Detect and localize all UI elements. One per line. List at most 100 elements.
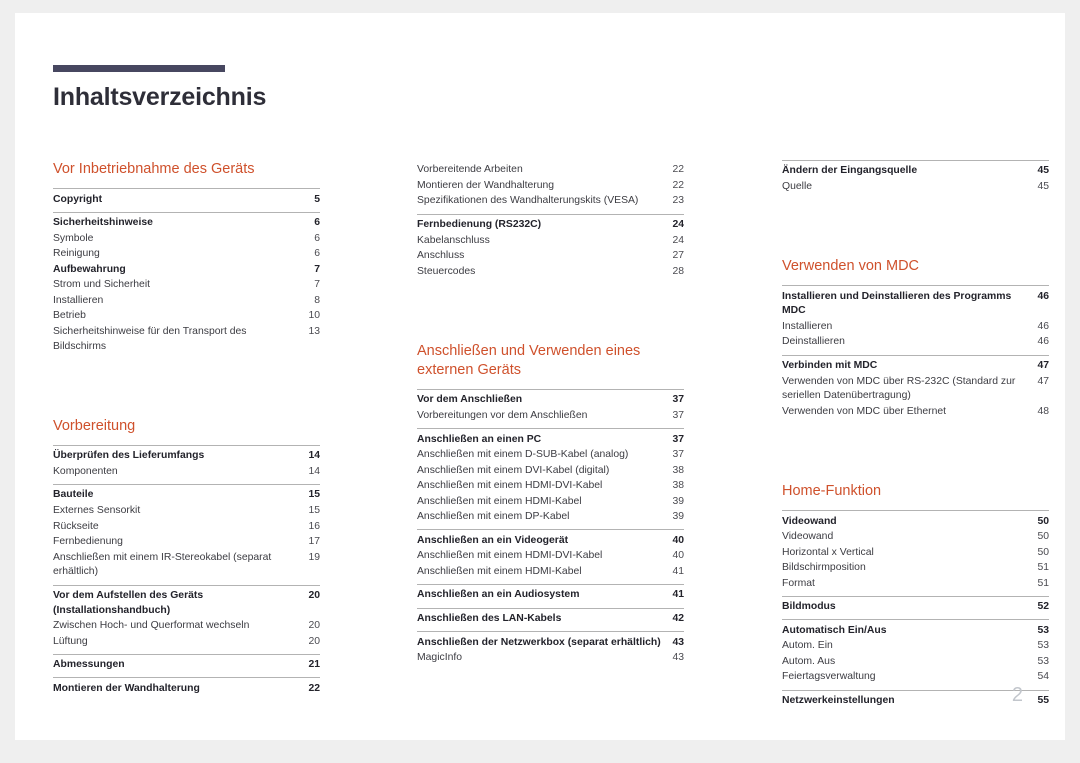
toc-entry-label: Automatisch Ein/Aus [782, 624, 887, 636]
toc-entry[interactable]: Anschließen mit einem IR-Stereokabel (se… [53, 550, 320, 580]
toc-entry[interactable]: Anschluss 27 [417, 249, 684, 265]
toc-entry-page-number: 54 [1037, 671, 1049, 683]
toc-entry-page-number: 42 [672, 613, 684, 625]
toc-entry-heading[interactable]: Montieren der Wandhalterung 22 [53, 681, 320, 697]
toc-entry-heading[interactable]: Anschließen an ein Videogerät 40 [417, 533, 684, 549]
toc-entry-heading[interactable]: Aufbewahrung 7 [53, 262, 320, 278]
toc-entry[interactable]: Autom. Aus 53 [782, 655, 1049, 671]
toc-entry-heading[interactable]: Bauteile 15 [53, 488, 320, 504]
toc-entry-heading[interactable]: Anschließen an ein Audiosystem 41 [417, 588, 684, 604]
toc-entry[interactable]: Installieren 8 [53, 293, 320, 309]
toc-entry-page-number: 10 [308, 310, 320, 322]
toc-entry-heading[interactable]: Vor dem Anschließen 37 [417, 393, 684, 409]
toc-entry[interactable]: Anschließen mit einem HDMI-DVI-Kabel 38 [417, 479, 684, 495]
toc-entry-page-number: 27 [672, 250, 684, 262]
toc-entry[interactable]: Zwischen Hoch- und Querformat wechseln 20 [53, 619, 320, 635]
toc-group: Anschließen des LAN-Kabels 42 [417, 607, 684, 632]
toc-entry-page-number: 46 [1037, 336, 1049, 348]
toc-entry-heading[interactable]: Videowand 50 [782, 514, 1049, 530]
toc-entry-heading[interactable]: Copyright 5 [53, 192, 320, 208]
toc-entry[interactable]: Reinigung 6 [53, 247, 320, 263]
toc-entry-heading[interactable]: Installieren und Deinstallieren des Prog… [782, 289, 1049, 319]
toc-entry[interactable]: Deinstallieren 46 [782, 335, 1049, 351]
toc-entry[interactable]: Installieren 46 [782, 320, 1049, 336]
toc-entry[interactable]: Anschließen mit einem HDMI-Kabel 41 [417, 565, 684, 581]
toc-entry[interactable]: Sicherheitshinweise für den Transport de… [53, 325, 320, 355]
toc-entry-page-number: 46 [1037, 320, 1049, 332]
toc-entry[interactable]: Anschließen mit einem HDMI-Kabel 39 [417, 494, 684, 510]
toc-entry-label: Vor dem Aufstellen des Geräts (Installat… [53, 589, 204, 616]
toc-entry-page-number: 22 [308, 682, 320, 694]
toc-entry[interactable]: Strom und Sicherheit 7 [53, 278, 320, 294]
toc-entry-heading[interactable]: Ändern der Eingangsquelle 45 [782, 164, 1049, 180]
toc-entry-page-number: 6 [314, 248, 320, 260]
toc-entry-page-number: 39 [672, 495, 684, 507]
toc-entry-label: Strom und Sicherheit [53, 279, 151, 291]
toc-entry-page-number: 19 [308, 551, 320, 563]
toc-columns: Vor Inbetriebnahme des Geräts Copyright 5 S… [53, 160, 1049, 713]
toc-section-heading: Vor Inbetriebnahme des Geräts [53, 161, 255, 177]
toc-entry[interactable]: Lüftung 20 [53, 634, 320, 650]
toc-entry[interactable]: Betrieb 10 [53, 309, 320, 325]
toc-entry-page-number: 5 [314, 193, 320, 205]
toc-entry-heading[interactable]: Verbinden mit MDC 47 [782, 359, 1049, 375]
toc-entry[interactable]: Kabelanschluss 24 [417, 233, 684, 249]
toc-entry[interactable]: Externes Sensorkit 15 [53, 504, 320, 520]
toc-entry-heading[interactable]: Netzwerkeinstellungen 55 [782, 694, 1049, 710]
toc-entry[interactable]: Autom. Ein 53 [782, 639, 1049, 655]
toc-entry-page-number: 40 [672, 534, 684, 546]
toc-entry[interactable]: Anschließen mit einem DP-Kabel 39 [417, 510, 684, 526]
toc-entry-heading[interactable]: Fernbedienung (RS232C) 24 [417, 218, 684, 234]
toc-group: Anschließen der Netzwerkbox (separat erh… [417, 631, 684, 670]
column-1: Vor Inbetriebnahme des Geräts Copyright 5 S… [53, 160, 320, 713]
toc-entry-label: Verwenden von MDC über RS-232C (Standard… [782, 375, 1016, 402]
toc-entry[interactable]: MagicInfo 43 [417, 651, 684, 667]
toc-section: Ändern der Eingangsquelle 45 Quelle 45 [782, 160, 1049, 199]
toc-entry[interactable]: Anschließen mit einem DVI-Kabel (digital… [417, 463, 684, 479]
toc-entry-label: Vorbereitende Arbeiten [417, 164, 523, 176]
toc-entry-heading[interactable]: Abmessungen 21 [53, 658, 320, 674]
toc-entry-heading[interactable]: Automatisch Ein/Aus 53 [782, 623, 1049, 639]
toc-entry-heading[interactable]: Anschließen an einen PC 37 [417, 432, 684, 448]
toc-entry[interactable]: Horizontal x Vertical 50 [782, 545, 1049, 561]
toc-entry[interactable]: Verwenden von MDC über RS-232C (Standard… [782, 374, 1049, 404]
toc-entry-page-number: 55 [1037, 695, 1049, 707]
toc-entry-heading[interactable]: Sicherheitshinweise 6 [53, 216, 320, 232]
toc-entry-heading[interactable]: Überprüfen des Lieferumfangs 14 [53, 449, 320, 465]
toc-entry-page-number: 39 [672, 511, 684, 523]
toc-entry[interactable]: Anschließen mit einem D-SUB-Kabel (analo… [417, 448, 684, 464]
toc-group: Überprüfen des Lieferumfangs 14 Komponente… [53, 444, 320, 484]
toc-entry-heading[interactable]: Anschließen des LAN-Kabels 42 [417, 612, 684, 628]
toc-entry-label: Sicherheitshinweise für den Transport de… [53, 325, 247, 352]
toc-entry[interactable]: Vorbereitungen vor dem Anschließen 37 [417, 409, 684, 425]
toc-entry-page-number: 20 [308, 620, 320, 632]
toc-entry-label: Anschließen mit einem HDMI-Kabel [417, 565, 582, 577]
toc-entry[interactable]: Quelle 45 [782, 180, 1049, 196]
toc-entry-page-number: 14 [308, 465, 320, 477]
toc-entry[interactable]: Symbole 6 [53, 231, 320, 247]
toc-entry-label: Installieren [53, 294, 104, 306]
toc-entry[interactable]: Verwenden von MDC über Ethernet 48 [782, 404, 1049, 420]
toc-entry-page-number: 51 [1037, 577, 1049, 589]
toc-entry[interactable]: Montieren der Wandhalterung 22 [417, 179, 684, 195]
toc-entry[interactable]: Feiertagsverwaltung 54 [782, 670, 1049, 686]
toc-group: Anschließen an ein Videogerät 40 Anschließ… [417, 529, 684, 584]
toc-entry[interactable]: Videowand 50 [782, 530, 1049, 546]
toc-entry-heading[interactable]: Bildmodus 52 [782, 600, 1049, 616]
toc-entry-heading[interactable]: Anschließen der Netzwerkbox (separat erh… [417, 635, 684, 651]
toc-entry[interactable]: Fernbedienung 17 [53, 535, 320, 551]
toc-entry[interactable]: Steuercodes 28 [417, 264, 684, 280]
toc-entry[interactable]: Vorbereitende Arbeiten 22 [417, 163, 684, 179]
toc-section: Vor Inbetriebnahme des Geräts Copyright 5 S… [53, 160, 320, 359]
toc-entry[interactable]: Format 51 [782, 576, 1049, 592]
toc-entry[interactable]: Komponenten 14 [53, 464, 320, 480]
toc-entry-heading[interactable]: Vor dem Aufstellen des Geräts (Installat… [53, 589, 320, 619]
toc-entry[interactable]: Bildschirmposition 51 [782, 561, 1049, 577]
toc-entry-page-number: 47 [1037, 360, 1049, 372]
toc-entry[interactable]: Anschließen mit einem HDMI-DVI-Kabel 40 [417, 549, 684, 565]
toc-entry-label: MagicInfo [417, 652, 463, 664]
toc-entry[interactable]: Rückseite 16 [53, 519, 320, 535]
toc-entry-page-number: 16 [308, 520, 320, 532]
toc-entry[interactable]: Spezifikationen des Wandhalterungskits (… [417, 194, 684, 210]
toc-section-heading: Verwenden von MDC [782, 258, 920, 275]
